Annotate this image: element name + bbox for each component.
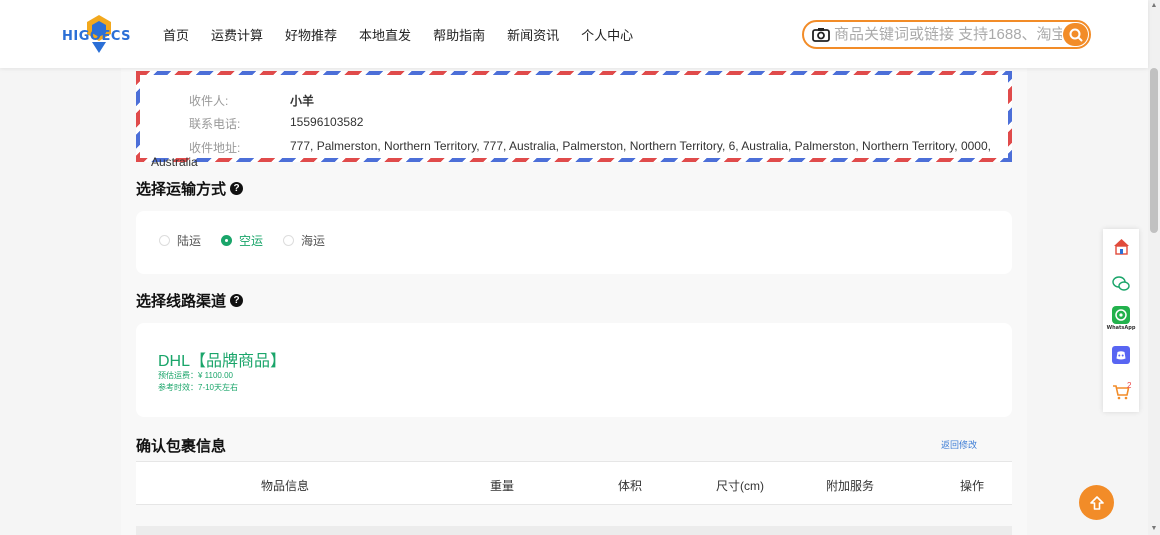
radio-sea-label: 海运 bbox=[301, 234, 326, 248]
shipping-method-card: 陆运 空运 海运 bbox=[136, 211, 1012, 274]
phone-value: 15596103582 bbox=[290, 115, 364, 129]
back-to-top-button[interactable] bbox=[1079, 485, 1114, 520]
arrow-up-icon bbox=[1089, 495, 1104, 510]
col-item-info: 物品信息 bbox=[261, 479, 310, 493]
discord-icon bbox=[1112, 346, 1130, 364]
main-nav: 首页 运费计算 好物推荐 本地直发 帮助指南 新闻资讯 个人中心 bbox=[163, 0, 655, 68]
home-icon bbox=[1113, 239, 1129, 255]
scroll-down-arrow-icon[interactable]: ▼ bbox=[1148, 523, 1160, 535]
recipient-label: 收件人: bbox=[189, 94, 229, 108]
shipping-method-title: 选择运输方式 ? bbox=[136, 178, 244, 199]
route-time: 参考时效：7-10天左右 bbox=[158, 383, 239, 392]
radio-land[interactable]: 陆运 bbox=[159, 232, 201, 249]
side-toolbar: WhatsApp 2 bbox=[1103, 229, 1139, 412]
wechat-icon bbox=[1112, 276, 1130, 291]
col-weight: 重量 bbox=[490, 479, 515, 493]
nav-recommend[interactable]: 好物推荐 bbox=[285, 25, 337, 44]
help-icon[interactable]: ? bbox=[230, 182, 244, 195]
package-title-text: 确认包裹信息 bbox=[136, 438, 227, 455]
site-logo[interactable]: HIGOECS bbox=[62, 14, 136, 56]
scroll-thumb[interactable] bbox=[1150, 68, 1158, 233]
checkout-panel: 收件人: 小羊 联系电话: 15596103582 收件地址: 777, Pal… bbox=[121, 68, 1027, 535]
col-extra-service: 附加服务 bbox=[826, 479, 875, 493]
radio-land-label: 陆运 bbox=[177, 234, 202, 248]
search-box bbox=[802, 20, 1091, 49]
scroll-up-arrow-icon[interactable]: ▲ bbox=[1148, 0, 1160, 12]
wechat-shortcut[interactable] bbox=[1103, 276, 1139, 292]
nav-local-direct[interactable]: 本地直发 bbox=[359, 25, 411, 44]
discord-shortcut[interactable] bbox=[1103, 346, 1139, 364]
radio-air-label: 空运 bbox=[239, 234, 264, 248]
route-card[interactable]: DHL【品牌商品】 预估运费：¥ 1100.00 参考时效：7-10天左右 bbox=[136, 323, 1012, 417]
search-button[interactable] bbox=[1063, 23, 1088, 46]
home-shortcut[interactable] bbox=[1103, 238, 1139, 255]
logo-text: HIGOECS bbox=[62, 29, 131, 44]
col-volume: 体积 bbox=[618, 479, 643, 493]
route-fee: 预估运费：¥ 1100.00 bbox=[158, 371, 233, 380]
cart-shortcut[interactable]: 2 bbox=[1103, 381, 1139, 400]
nav-help[interactable]: 帮助指南 bbox=[433, 25, 485, 44]
cart-count-badge: 2 bbox=[1127, 381, 1132, 390]
col-size: 尺寸(cm) bbox=[716, 479, 764, 493]
address-card: 收件人: 小羊 联系电话: 15596103582 收件地址: 777, Pal… bbox=[136, 71, 1012, 169]
back-edit-link[interactable]: 返回修改 bbox=[941, 438, 977, 451]
route-title-text: 选择线路渠道 bbox=[136, 293, 227, 310]
route-name: DHL【品牌商品】 bbox=[158, 353, 287, 370]
radio-sea-dot bbox=[283, 235, 294, 246]
nav-news[interactable]: 新闻资讯 bbox=[507, 25, 559, 44]
shipping-method-title-text: 选择运输方式 bbox=[136, 181, 227, 198]
search-input[interactable] bbox=[834, 22, 1062, 47]
address-value-cont: Australia bbox=[151, 155, 198, 169]
address-value: 777, Palmerston, Northern Territory, 777… bbox=[290, 139, 991, 153]
package-table-header: 物品信息 重量 体积 尺寸(cm) 附加服务 操作 bbox=[136, 461, 1012, 505]
package-title: 确认包裹信息 bbox=[136, 435, 226, 456]
whatsapp-shortcut[interactable]: WhatsApp bbox=[1103, 306, 1139, 331]
page-scrollbar[interactable]: ▲ ▼ bbox=[1148, 0, 1160, 535]
col-action: 操作 bbox=[960, 479, 985, 493]
route-title: 选择线路渠道 ? bbox=[136, 290, 244, 311]
radio-sea[interactable]: 海运 bbox=[283, 232, 325, 249]
help-icon[interactable]: ? bbox=[230, 294, 244, 307]
whatsapp-label: WhatsApp bbox=[1106, 325, 1136, 331]
search-icon bbox=[1069, 28, 1082, 41]
table-row bbox=[136, 526, 1012, 535]
camera-icon[interactable] bbox=[812, 27, 830, 42]
recipient-name: 小羊 bbox=[290, 94, 315, 108]
whatsapp-icon bbox=[1112, 306, 1130, 324]
radio-land-dot bbox=[159, 235, 170, 246]
radio-air-dot bbox=[221, 235, 232, 246]
top-header: HIGOECS 首页 运费计算 好物推荐 本地直发 帮助指南 新闻资讯 个人中心 bbox=[0, 0, 1148, 68]
nav-profile[interactable]: 个人中心 bbox=[581, 25, 633, 44]
nav-shipping-calc[interactable]: 运费计算 bbox=[211, 25, 263, 44]
radio-air[interactable]: 空运 bbox=[221, 232, 263, 249]
nav-home[interactable]: 首页 bbox=[163, 25, 189, 44]
phone-label: 联系电话: bbox=[189, 117, 241, 131]
address-label: 收件地址: bbox=[189, 141, 241, 155]
